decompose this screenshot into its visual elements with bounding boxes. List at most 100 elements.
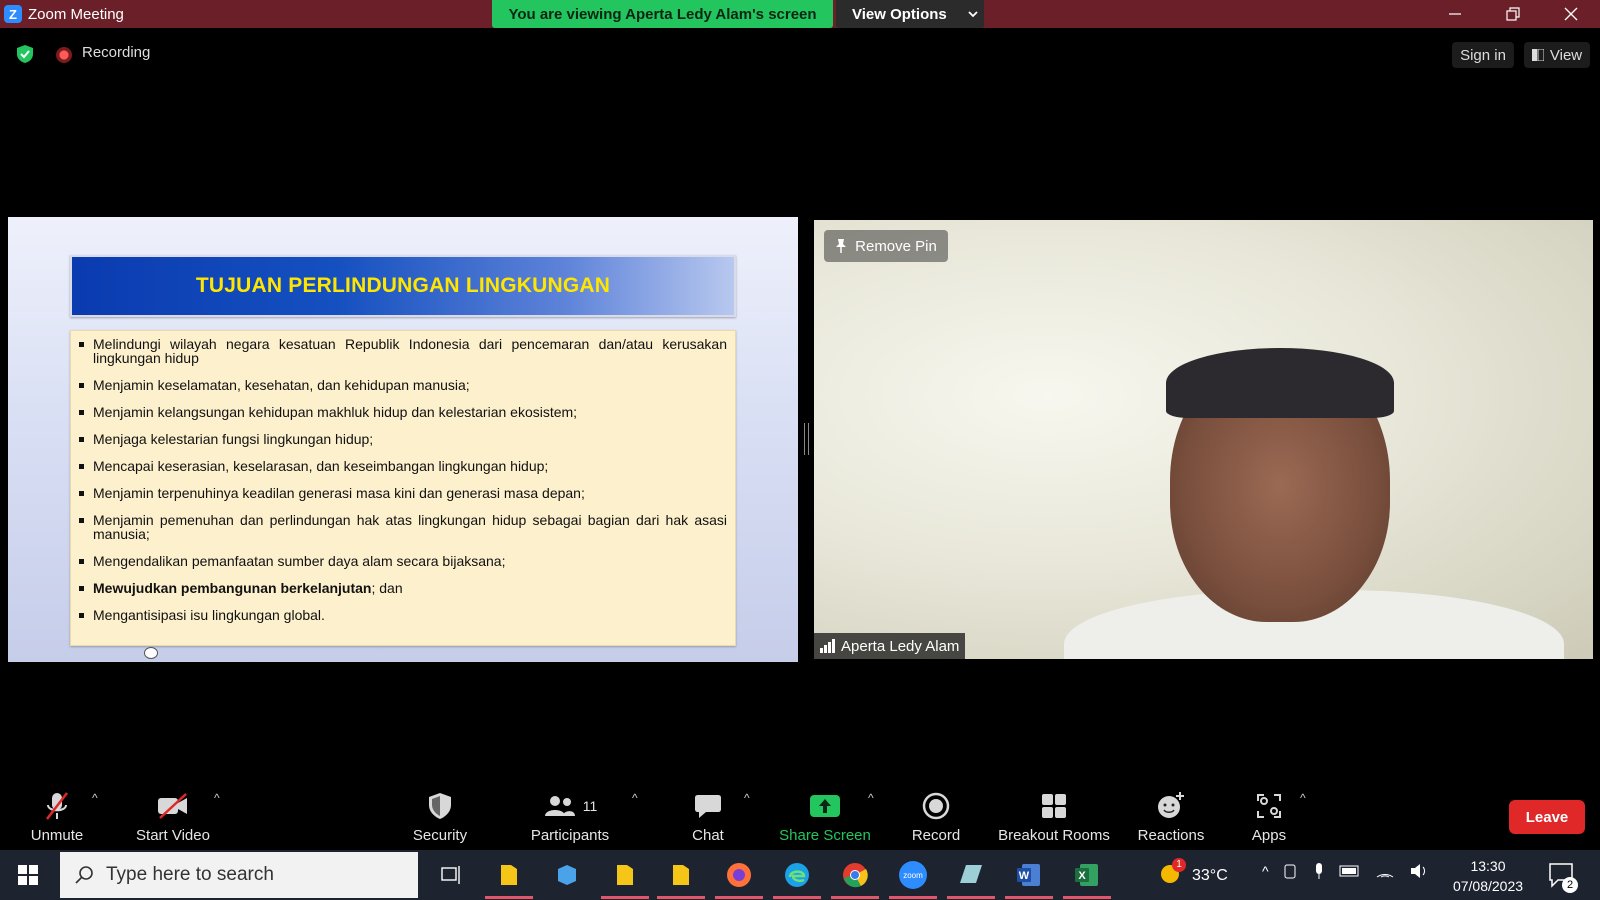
active-indicator: [889, 896, 937, 899]
folder-icon: [501, 865, 517, 885]
audio-options-caret-icon[interactable]: ^: [92, 791, 98, 805]
slide-bullet: Melindungi wilayah negara kesatuan Repub…: [79, 337, 727, 365]
apps-icon: [1257, 794, 1281, 818]
slide-body: Melindungi wilayah negara kesatuan Repub…: [70, 330, 736, 646]
chat-button[interactable]: Chat: [684, 783, 732, 850]
unmute-label: Unmute: [30, 827, 84, 844]
recording-dot-icon: [56, 47, 72, 63]
active-indicator: [947, 896, 995, 899]
folder-icon: [673, 865, 689, 885]
security-label: Security: [412, 827, 468, 844]
record-button[interactable]: Record: [906, 783, 966, 850]
notifications-icon[interactable]: 2: [1548, 862, 1578, 893]
word-icon[interactable]: W: [1005, 860, 1053, 899]
encryption-shield-icon[interactable]: [16, 44, 34, 64]
apps-caret-icon[interactable]: ^: [1300, 791, 1306, 805]
share-screen-icon: [810, 795, 840, 817]
start-video-label: Start Video: [136, 827, 210, 844]
shared-screen[interactable]: TUJUAN PERLINDUNGAN LINGKUNGAN Melindung…: [8, 217, 798, 662]
participant-count: 11: [582, 798, 598, 814]
svg-text:zoom: zoom: [903, 871, 923, 880]
chat-label: Chat: [692, 827, 724, 844]
reactions-icon: [1158, 792, 1184, 818]
task-view-icon[interactable]: [436, 860, 466, 890]
participants-caret-icon[interactable]: ^: [632, 791, 638, 805]
chevron-down-icon: [968, 11, 978, 18]
folder-icon: [617, 865, 633, 885]
recording-label[interactable]: Recording: [82, 44, 150, 61]
meeting-toolbar: Unmute ^ Start Video ^ Security 11 Parti…: [0, 783, 1600, 850]
panel-resize-handle[interactable]: [804, 423, 809, 455]
file-explorer-icon[interactable]: [485, 860, 533, 899]
temperature: 33°C: [1192, 866, 1228, 884]
zoom-app-icon[interactable]: zoom: [889, 860, 937, 899]
microphone-icon[interactable]: [1313, 862, 1325, 880]
apps-button[interactable]: Apps: [1248, 783, 1290, 850]
share-screen-button[interactable]: Share Screen: [778, 783, 872, 850]
wifi-icon[interactable]: [1375, 863, 1395, 879]
slide-title: TUJUAN PERLINDUNGAN LINGKUNGAN: [195, 274, 611, 297]
firefox-glyph-icon: [727, 863, 751, 887]
edge-glyph-icon: [785, 863, 809, 887]
slide-bullet: Mengantisipasi isu lingkungan global.: [79, 608, 727, 622]
reactions-button[interactable]: Reactions: [1136, 783, 1206, 850]
participant-hair: [1166, 348, 1394, 418]
close-icon: [1564, 7, 1578, 21]
video-options-caret-icon[interactable]: ^: [214, 791, 220, 805]
minimize-icon: [1449, 13, 1461, 15]
record-label: Record: [911, 827, 961, 844]
edge-icon[interactable]: [773, 860, 821, 899]
minimize-button[interactable]: [1426, 0, 1484, 28]
slide-bullet-bold: Mewujudkan pembangunan berkelanjutan; da…: [79, 581, 727, 595]
sign-in-button[interactable]: Sign in: [1452, 42, 1514, 68]
video-off-icon: [158, 793, 187, 819]
view-options-label: View Options: [852, 5, 947, 23]
close-button[interactable]: [1542, 0, 1600, 28]
restore-icon: [1506, 7, 1520, 21]
restore-button[interactable]: [1484, 0, 1542, 28]
file-explorer-icon-3[interactable]: [657, 860, 705, 899]
view-options-button[interactable]: View Options: [836, 0, 984, 28]
chrome-icon[interactable]: [831, 860, 879, 899]
system-tray: ^: [1262, 862, 1429, 880]
weather-widget[interactable]: 1 33°C: [1158, 858, 1228, 889]
reactions-label: Reactions: [1137, 827, 1205, 844]
file-explorer-icon-2[interactable]: [601, 860, 649, 899]
participant-video-tile[interactable]: Remove Pin Aperta Ledy Alam: [814, 220, 1593, 659]
slide-bullet-bold-rest: ; dan: [371, 580, 403, 596]
breakout-rooms-icon: [1042, 794, 1066, 818]
battery-icon[interactable]: [1339, 864, 1361, 878]
notes-glyph-icon: [960, 865, 982, 883]
active-indicator: [831, 896, 879, 899]
leave-button[interactable]: Leave: [1509, 800, 1585, 834]
search-placeholder: Type here to search: [106, 864, 274, 885]
active-indicator: [773, 896, 821, 899]
chat-caret-icon[interactable]: ^: [744, 791, 750, 805]
windows-taskbar: Type here to search zoom W X 1 33°C ^ 13…: [0, 850, 1600, 900]
remove-pin-button[interactable]: Remove Pin: [824, 230, 948, 262]
clock-time: 13:30: [1470, 858, 1506, 874]
start-video-button[interactable]: Start Video: [130, 783, 216, 850]
meet-now-icon[interactable]: [1283, 862, 1299, 880]
firefox-icon[interactable]: [715, 860, 763, 899]
share-caret-icon[interactable]: ^: [868, 791, 874, 805]
taskbar-clock[interactable]: 13:30 07/08/2023: [1446, 856, 1530, 896]
participants-button[interactable]: 11 Participants: [524, 783, 616, 850]
participants-icon: [544, 796, 575, 816]
store-app-icon[interactable]: [552, 860, 582, 890]
view-button[interactable]: View: [1524, 42, 1590, 68]
taskbar-search-box[interactable]: Type here to search: [60, 852, 418, 898]
windows-start-icon[interactable]: [18, 865, 38, 885]
tray-expand-icon[interactable]: ^: [1262, 863, 1269, 879]
view-label: View: [1549, 46, 1583, 64]
security-button[interactable]: Security: [405, 783, 475, 850]
excel-icon[interactable]: X: [1063, 860, 1111, 899]
volume-icon[interactable]: [1409, 863, 1429, 879]
participant-name-tag: Aperta Ledy Alam: [814, 633, 966, 659]
unmute-button[interactable]: Unmute: [22, 783, 92, 850]
word-glyph-icon: W: [1017, 864, 1040, 886]
notes-app-icon[interactable]: [947, 860, 995, 899]
breakout-rooms-button[interactable]: Breakout Rooms: [994, 783, 1114, 850]
slide-bullet: Menjamin pemenuhan dan perlindungan hak …: [79, 513, 727, 541]
search-icon: [75, 866, 93, 884]
